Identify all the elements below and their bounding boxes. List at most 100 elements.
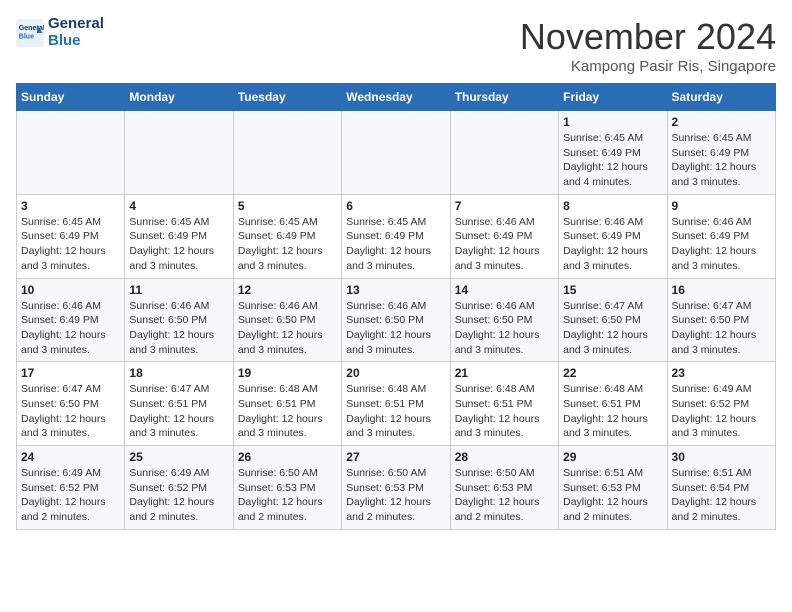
weekday-header: Wednesday — [342, 84, 450, 111]
calendar-table: SundayMondayTuesdayWednesdayThursdayFrid… — [16, 83, 776, 530]
calendar-cell: 7 Sunrise: 6:46 AM Sunset: 6:49 PM Daylig… — [450, 194, 558, 278]
day-number: 14 — [455, 283, 554, 297]
day-number: 2 — [672, 115, 771, 129]
day-number: 12 — [238, 283, 337, 297]
day-details: Sunrise: 6:46 AM Sunset: 6:50 PM Dayligh… — [238, 299, 337, 358]
day-details: Sunrise: 6:47 AM Sunset: 6:50 PM Dayligh… — [672, 299, 771, 358]
day-number: 8 — [563, 199, 662, 213]
calendar-cell: 25 Sunrise: 6:49 AM Sunset: 6:52 PM Dayli… — [125, 446, 233, 530]
weekday-header: Thursday — [450, 84, 558, 111]
day-number: 7 — [455, 199, 554, 213]
day-details: Sunrise: 6:45 AM Sunset: 6:49 PM Dayligh… — [672, 131, 771, 190]
day-number: 18 — [129, 366, 228, 380]
day-number: 23 — [672, 366, 771, 380]
calendar-cell: 3 Sunrise: 6:45 AM Sunset: 6:49 PM Daylig… — [17, 194, 125, 278]
day-details: Sunrise: 6:48 AM Sunset: 6:51 PM Dayligh… — [563, 382, 662, 441]
calendar-cell: 24Sunrise: 6:49 AM Sunset: 6:52 PM Dayli… — [17, 446, 125, 530]
day-details: Sunrise: 6:50 AM Sunset: 6:53 PM Dayligh… — [238, 466, 337, 525]
day-number: 10 — [21, 283, 120, 297]
weekday-header: Sunday — [17, 84, 125, 111]
calendar-body: 1 Sunrise: 6:45 AM Sunset: 6:49 PM Daylig… — [17, 111, 776, 530]
day-number: 13 — [346, 283, 445, 297]
day-number: 6 — [346, 199, 445, 213]
calendar-cell: 2 Sunrise: 6:45 AM Sunset: 6:49 PM Daylig… — [667, 111, 775, 195]
day-details: Sunrise: 6:49 AM Sunset: 6:52 PM Dayligh… — [672, 382, 771, 441]
logo-line1: General — [48, 16, 104, 33]
day-number: 20 — [346, 366, 445, 380]
svg-text:Blue: Blue — [19, 33, 34, 40]
calendar-cell — [342, 111, 450, 195]
calendar-cell: 27 Sunrise: 6:50 AM Sunset: 6:53 PM Dayli… — [342, 446, 450, 530]
calendar-cell: 14Sunrise: 6:46 AM Sunset: 6:50 PM Dayli… — [450, 278, 558, 362]
logo: General Blue General Blue — [16, 16, 104, 49]
calendar-cell: 29 Sunrise: 6:51 AM Sunset: 6:53 PM Dayli… — [559, 446, 667, 530]
day-number: 9 — [672, 199, 771, 213]
day-details: Sunrise: 6:45 AM Sunset: 6:49 PM Dayligh… — [21, 215, 120, 274]
day-number: 16 — [672, 283, 771, 297]
calendar-cell: 28 Sunrise: 6:50 AM Sunset: 6:53 PM Dayli… — [450, 446, 558, 530]
day-number: 11 — [129, 283, 228, 297]
calendar-week-row: 1 Sunrise: 6:45 AM Sunset: 6:49 PM Daylig… — [17, 111, 776, 195]
calendar-cell: 5 Sunrise: 6:45 AM Sunset: 6:49 PM Daylig… — [233, 194, 341, 278]
location: Kampong Pasir Ris, Singapore — [520, 58, 776, 75]
calendar-cell: 9Sunrise: 6:46 AM Sunset: 6:49 PM Daylig… — [667, 194, 775, 278]
logo-icon: General Blue — [16, 19, 44, 47]
day-number: 29 — [563, 450, 662, 464]
day-number: 27 — [346, 450, 445, 464]
day-number: 24 — [21, 450, 120, 464]
weekday-header: Tuesday — [233, 84, 341, 111]
header: General Blue General Blue November 2024 … — [16, 16, 776, 75]
calendar-cell: 17 Sunrise: 6:47 AM Sunset: 6:50 PM Dayli… — [17, 362, 125, 446]
calendar-cell: 13Sunrise: 6:46 AM Sunset: 6:50 PM Dayli… — [342, 278, 450, 362]
calendar-cell: 16 Sunrise: 6:47 AM Sunset: 6:50 PM Dayli… — [667, 278, 775, 362]
logo-line2: Blue — [48, 33, 104, 50]
calendar-week-row: 17 Sunrise: 6:47 AM Sunset: 6:50 PM Dayli… — [17, 362, 776, 446]
day-details: Sunrise: 6:45 AM Sunset: 6:49 PM Dayligh… — [346, 215, 445, 274]
day-number: 22 — [563, 366, 662, 380]
day-details: Sunrise: 6:45 AM Sunset: 6:49 PM Dayligh… — [563, 131, 662, 190]
calendar-cell: 20 Sunrise: 6:48 AM Sunset: 6:51 PM Dayli… — [342, 362, 450, 446]
calendar-week-row: 3 Sunrise: 6:45 AM Sunset: 6:49 PM Daylig… — [17, 194, 776, 278]
day-details: Sunrise: 6:48 AM Sunset: 6:51 PM Dayligh… — [346, 382, 445, 441]
calendar-header-row: SundayMondayTuesdayWednesdayThursdayFrid… — [17, 84, 776, 111]
day-number: 19 — [238, 366, 337, 380]
day-number: 4 — [129, 199, 228, 213]
day-number: 1 — [563, 115, 662, 129]
day-details: Sunrise: 6:46 AM Sunset: 6:49 PM Dayligh… — [455, 215, 554, 274]
day-number: 21 — [455, 366, 554, 380]
day-details: Sunrise: 6:47 AM Sunset: 6:50 PM Dayligh… — [21, 382, 120, 441]
day-number: 26 — [238, 450, 337, 464]
calendar-cell — [17, 111, 125, 195]
calendar-cell: 10 Sunrise: 6:46 AM Sunset: 6:49 PM Dayli… — [17, 278, 125, 362]
calendar-cell: 12 Sunrise: 6:46 AM Sunset: 6:50 PM Dayli… — [233, 278, 341, 362]
day-details: Sunrise: 6:51 AM Sunset: 6:53 PM Dayligh… — [563, 466, 662, 525]
day-details: Sunrise: 6:46 AM Sunset: 6:50 PM Dayligh… — [129, 299, 228, 358]
day-details: Sunrise: 6:50 AM Sunset: 6:53 PM Dayligh… — [346, 466, 445, 525]
day-details: Sunrise: 6:45 AM Sunset: 6:49 PM Dayligh… — [129, 215, 228, 274]
day-number: 28 — [455, 450, 554, 464]
calendar-cell: 30 Sunrise: 6:51 AM Sunset: 6:54 PM Dayli… — [667, 446, 775, 530]
weekday-header: Friday — [559, 84, 667, 111]
day-number: 17 — [21, 366, 120, 380]
calendar-cell: 15Sunrise: 6:47 AM Sunset: 6:50 PM Dayli… — [559, 278, 667, 362]
calendar-cell: 19Sunrise: 6:48 AM Sunset: 6:51 PM Dayli… — [233, 362, 341, 446]
day-details: Sunrise: 6:47 AM Sunset: 6:51 PM Dayligh… — [129, 382, 228, 441]
day-number: 25 — [129, 450, 228, 464]
day-details: Sunrise: 6:46 AM Sunset: 6:49 PM Dayligh… — [563, 215, 662, 274]
day-number: 5 — [238, 199, 337, 213]
day-details: Sunrise: 6:51 AM Sunset: 6:54 PM Dayligh… — [672, 466, 771, 525]
day-number: 15 — [563, 283, 662, 297]
title-area: November 2024 Kampong Pasir Ris, Singapo… — [520, 16, 776, 75]
weekday-header: Saturday — [667, 84, 775, 111]
day-details: Sunrise: 6:50 AM Sunset: 6:53 PM Dayligh… — [455, 466, 554, 525]
weekday-header: Monday — [125, 84, 233, 111]
day-details: Sunrise: 6:46 AM Sunset: 6:49 PM Dayligh… — [21, 299, 120, 358]
calendar-cell: 26 Sunrise: 6:50 AM Sunset: 6:53 PM Dayli… — [233, 446, 341, 530]
day-details: Sunrise: 6:49 AM Sunset: 6:52 PM Dayligh… — [129, 466, 228, 525]
day-number: 3 — [21, 199, 120, 213]
day-details: Sunrise: 6:48 AM Sunset: 6:51 PM Dayligh… — [455, 382, 554, 441]
calendar-cell — [233, 111, 341, 195]
day-number: 30 — [672, 450, 771, 464]
day-details: Sunrise: 6:45 AM Sunset: 6:49 PM Dayligh… — [238, 215, 337, 274]
calendar-cell: 11 Sunrise: 6:46 AM Sunset: 6:50 PM Dayli… — [125, 278, 233, 362]
